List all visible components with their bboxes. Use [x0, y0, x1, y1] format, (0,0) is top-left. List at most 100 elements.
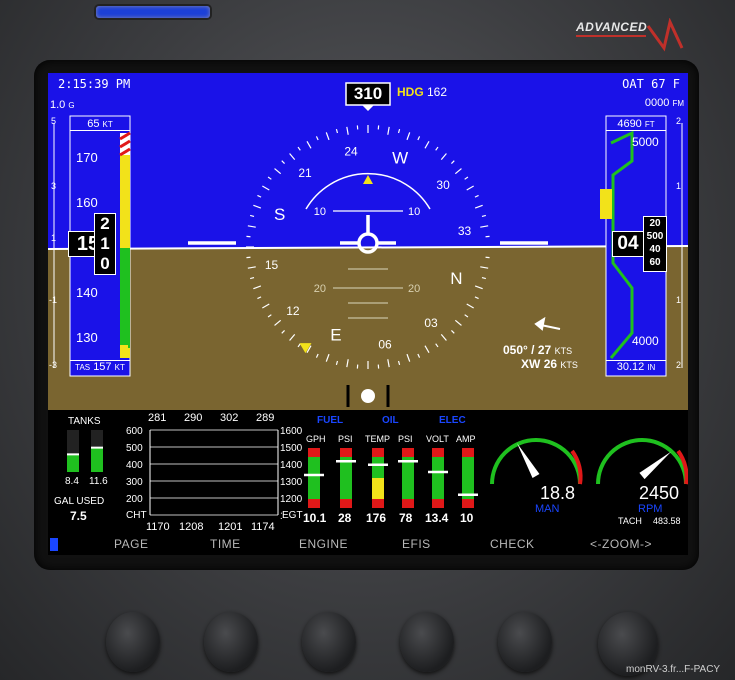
compass-label: N	[450, 269, 462, 288]
compass-label: 30	[436, 178, 450, 192]
efis-display: 30 33 N 03 06 E 12 15 S 21 24 W 10 10 20 20	[48, 73, 688, 555]
man-gauge-needle-icon	[517, 443, 540, 478]
softkey-button-4[interactable]	[400, 612, 454, 672]
softkey-check[interactable]: CHECK	[490, 537, 535, 551]
softkey-button-1[interactable]	[106, 612, 160, 672]
softkey-engine[interactable]: ENGINE	[299, 537, 348, 551]
cht-scale-label: 400	[126, 460, 143, 471]
ems-bar-red	[432, 499, 444, 508]
pitch-label: 10	[314, 206, 326, 218]
pitch-label: 20	[314, 283, 326, 295]
g-scale-label: 1	[51, 233, 57, 243]
softkey-button-2[interactable]	[204, 612, 258, 672]
egt-top-value: 290	[184, 412, 203, 424]
egt-scale-label: 1400	[280, 460, 303, 471]
hdg-label: HDG	[397, 85, 424, 99]
slip-ball-icon	[361, 389, 375, 403]
altitude-roller-digit: 20	[649, 218, 661, 229]
crosswind-readout: XW 26 KTS	[521, 357, 578, 371]
bar-value: 28	[338, 511, 352, 525]
tach-label: TACH	[618, 516, 642, 526]
ems-bar-yellow	[372, 478, 384, 499]
softkey-button-3[interactable]	[302, 612, 356, 672]
hdg-value: 162	[427, 85, 448, 99]
brand-logo: ADVANCED	[576, 18, 686, 52]
cht-scale-label: 200	[126, 494, 143, 505]
ems-bar-red	[402, 448, 414, 457]
photo-credit: monRV-3.fr...F-PACY	[626, 664, 721, 675]
egt-bottom-value: 1208	[179, 521, 204, 533]
altitude-current: 04	[612, 231, 644, 257]
vsi-scale-label: 1	[676, 181, 682, 191]
airspeed-bug-value: 65	[87, 118, 100, 130]
man-label: MAN	[535, 503, 560, 515]
g-scale-label: 3	[51, 181, 57, 191]
primary-flight-display: 3033N0306E1215S2124 W 10 10 20 20	[48, 73, 688, 410]
rpm-label: RPM	[638, 503, 663, 515]
bar-label: TEMP	[365, 434, 391, 444]
ems-bar-red	[308, 448, 320, 457]
airspeed-tick: 130	[76, 330, 98, 345]
rpm-gauge-needle-icon	[639, 451, 672, 480]
compass-label: W	[392, 149, 408, 168]
xw-value: 26	[543, 357, 558, 371]
heading-box-value: 310	[353, 84, 383, 103]
softkey-button-5[interactable]	[498, 612, 552, 672]
ems-bar-red	[372, 499, 384, 508]
altitude-roller-digit: 40	[649, 244, 661, 255]
bar-label: GPH	[306, 434, 326, 444]
egt-top-value: 289	[256, 412, 275, 424]
baro-unit: IN	[647, 363, 656, 372]
man-value: 18.8	[540, 483, 576, 503]
compass-label: 03	[424, 316, 438, 330]
bar-value: 78	[399, 511, 413, 525]
compass-label: 21	[298, 166, 312, 180]
compass-label: 12	[286, 304, 300, 318]
oat-value: 67 F	[651, 77, 680, 91]
compass-label: E	[330, 325, 341, 344]
tas-readout: TAS 157 KT	[70, 360, 130, 373]
ems-bar-red	[372, 448, 384, 457]
brand-underline	[576, 35, 646, 37]
airspeed-tick: 170	[76, 150, 98, 165]
xw-unit: KTS	[560, 360, 578, 370]
compass-label: 24	[344, 144, 358, 158]
softkey-efis[interactable]: EFIS	[402, 537, 431, 551]
g-readout: 1.0 G	[50, 99, 75, 111]
pitch-label: 20	[408, 283, 420, 295]
airspeed-roller-digit: 1	[100, 234, 110, 253]
tas-unit: KT	[114, 363, 125, 372]
bar-label: VOLT	[426, 434, 449, 444]
gal-used-value: 7.5	[70, 509, 87, 523]
egt-scale-label: 1600	[280, 426, 303, 437]
vsi-scale-label: 1	[676, 295, 682, 305]
altitude-tick: 4000	[632, 334, 659, 348]
bar-label: AMP	[456, 434, 476, 444]
cht-scale-label: 500	[126, 443, 143, 454]
altitude-roller-digit: 500	[646, 231, 664, 242]
ems-bar-red	[462, 448, 474, 457]
softkey-zoom[interactable]: <-ZOOM->	[590, 537, 652, 551]
g-scale-label: -1	[49, 295, 58, 305]
tank-fill	[67, 454, 79, 472]
fpm-value: 0000	[644, 97, 670, 109]
altitude-tick: 5000	[632, 135, 659, 149]
softkey-page[interactable]: PAGE	[114, 537, 148, 551]
airspeed-green-arc	[120, 248, 130, 348]
compass-label: 33	[458, 224, 472, 238]
softkey-time[interactable]: TIME	[210, 537, 241, 551]
wind-separator: /	[531, 343, 535, 357]
bar-value: 176	[366, 511, 387, 525]
ems-bar-red	[340, 448, 352, 457]
group-label-fuel: FUEL	[317, 415, 344, 426]
compass-label: 15	[265, 258, 279, 272]
brand-text: ADVANCED	[576, 20, 648, 34]
oat-readout: OAT 67 F	[622, 77, 680, 91]
group-label-elec: ELEC	[439, 415, 466, 426]
egt-bottom-value: 1174	[251, 521, 275, 533]
tanks-label: TANKS	[68, 416, 101, 427]
bar-label: PSI	[338, 434, 353, 444]
page-indicator	[50, 538, 58, 551]
bar-value: 13.4	[425, 511, 449, 525]
egt-scale-label: 1300	[280, 477, 303, 488]
